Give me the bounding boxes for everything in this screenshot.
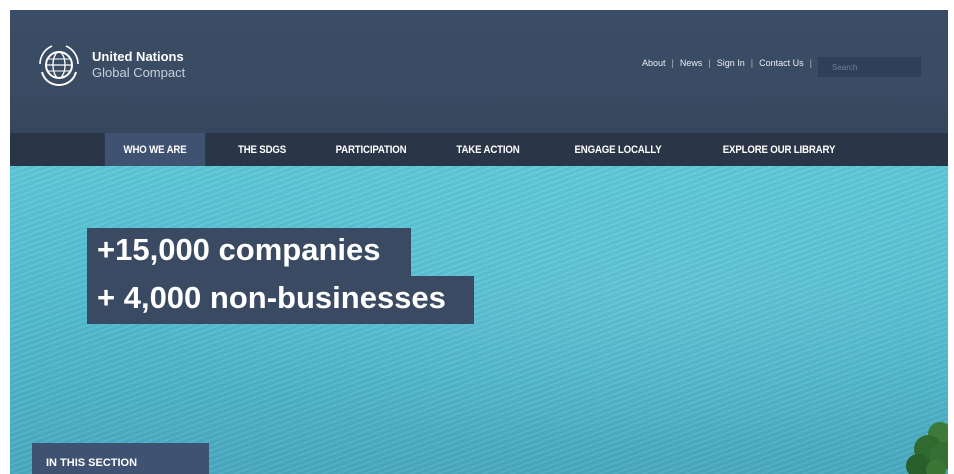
separator: | [671, 58, 674, 68]
brand-line-1: United Nations [92, 49, 184, 64]
brand-name: United Nations Global Compact [92, 49, 185, 81]
brand-line-2: Global Compact [92, 65, 186, 80]
news-link[interactable]: News [680, 58, 703, 68]
separator: | [750, 58, 754, 68]
separator: | [708, 58, 711, 68]
hero-banner: +15,000 companies + 4,000 non-businesses… [10, 166, 948, 474]
nav-explore-our-library[interactable]: EXPLORE OUR LIBRARY [708, 133, 851, 166]
hero-headline-companies: +15,000 companies [87, 228, 411, 276]
nav-engage-locally[interactable]: ENGAGE LOCALLY [565, 133, 671, 166]
nav-who-we-are[interactable]: WHO WE ARE [104, 133, 206, 166]
page: United Nations Global Compact About | Ne… [10, 10, 948, 474]
nav-take-action[interactable]: TAKE ACTION [446, 133, 530, 166]
separator: | [809, 58, 812, 68]
site-header: United Nations Global Compact About | Ne… [10, 10, 948, 133]
hero-headline-non-businesses: + 4,000 non-businesses [87, 276, 474, 324]
un-emblem-icon [36, 42, 82, 88]
nav-the-sdgs[interactable]: THE SDGS [227, 133, 297, 166]
island-trees-image [906, 422, 948, 474]
contact-us-link[interactable]: Contact Us [759, 58, 804, 68]
sign-in-link[interactable]: Sign In [717, 58, 745, 68]
main-nav: WHO WE ARE THE SDGS PARTICIPATION TAKE A… [10, 133, 948, 166]
about-link[interactable]: About [642, 58, 666, 68]
search-input[interactable] [818, 57, 921, 77]
utility-nav: About | News | Sign In | Contact Us | [642, 58, 818, 68]
brand-logo[interactable]: United Nations Global Compact [36, 42, 185, 88]
nav-participation[interactable]: PARTICIPATION [323, 133, 420, 166]
in-this-section-tab[interactable]: IN THIS SECTION [32, 443, 209, 474]
